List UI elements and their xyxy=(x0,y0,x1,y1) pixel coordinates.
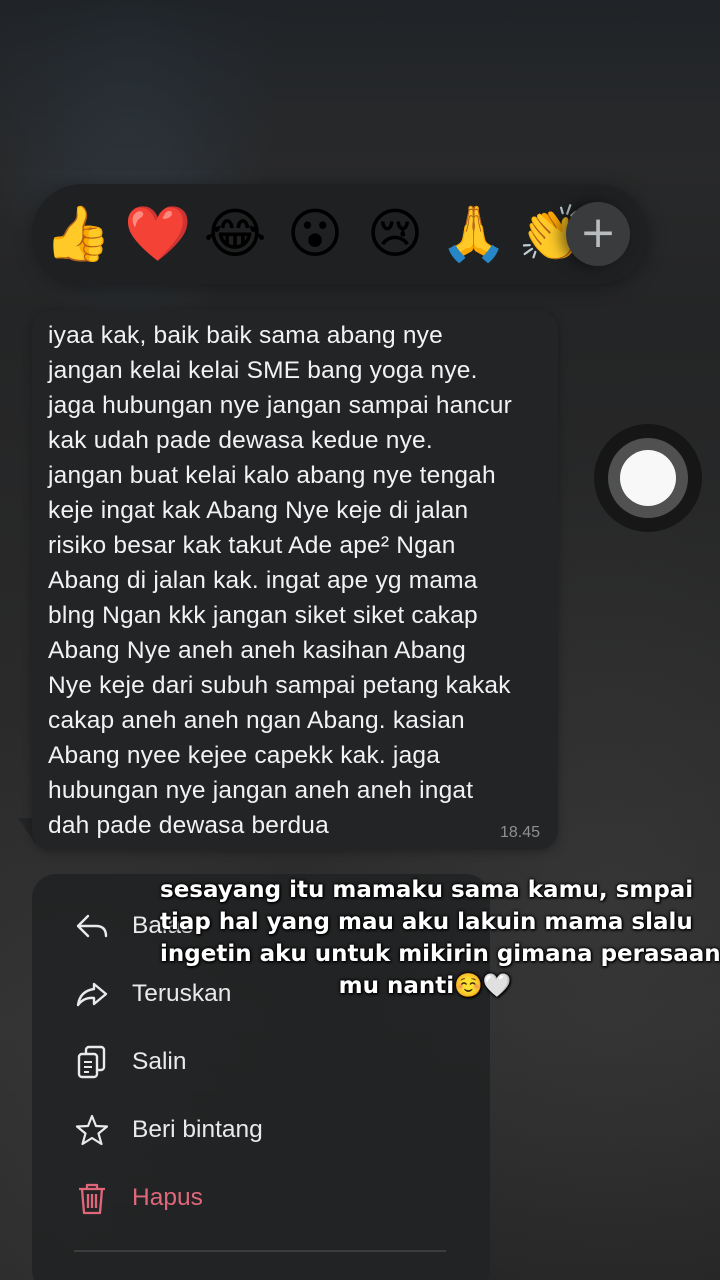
reaction-heart-icon[interactable]: ❤️ xyxy=(124,204,191,264)
reaction-crying-icon[interactable]: 😢 xyxy=(362,204,428,264)
message-line: dah pade dewasa berdua xyxy=(48,812,329,839)
message-line: iyaa kak, baik baik sama abang nye xyxy=(48,322,443,349)
assistive-touch-button[interactable] xyxy=(594,424,702,532)
message-timestamp: 18.45 xyxy=(499,824,540,841)
menu-item-delete[interactable]: Hapus xyxy=(32,1168,490,1228)
overlay-caption: sesayang itu mamaku sama kamu, smpai tia… xyxy=(160,874,720,1002)
caption-line: ingetin aku untuk mikirin gimana perasaa… xyxy=(160,941,720,967)
forward-icon xyxy=(76,982,108,1007)
assistive-touch-ring xyxy=(608,438,688,518)
message-line: Abang di jalan kak. ingat ape yg mama xyxy=(48,567,478,594)
menu-item-star[interactable]: Beri bintang xyxy=(32,1100,490,1160)
message-line: risiko besar kak takut Ade ape² Ngan xyxy=(48,532,456,559)
message-line: hubungan nye jangan aneh aneh ingat xyxy=(48,777,474,804)
menu-item-label: Beri bintang xyxy=(132,1116,263,1143)
blurred-background xyxy=(0,0,720,170)
plus-icon: + xyxy=(579,207,617,258)
menu-divider xyxy=(74,1250,446,1252)
screen: 👍 ❤️ 😂 😮 😢 🙏 👏 + iyaa kak, baik baik sam… xyxy=(0,0,720,1280)
message-bubble[interactable]: iyaa kak, baik baik sama abang nye janga… xyxy=(32,310,558,850)
message-line: Abang nyee kejee capekk kak. jaga xyxy=(48,742,441,769)
caption-line: sesayang itu mamaku sama kamu, smpai xyxy=(160,877,694,903)
message-line: Nye keje dari subuh sampai petang kakak xyxy=(48,672,511,699)
copy-icon xyxy=(77,1045,106,1079)
menu-item-label: Salin xyxy=(132,1048,187,1075)
message-line: jaga hubungan nye jangan sampai hancur xyxy=(48,392,512,419)
more-reactions-button[interactable]: + xyxy=(566,202,630,266)
reaction-bar: 👍 ❤️ 😂 😮 😢 🙏 👏 + xyxy=(32,184,648,284)
message-line: cakap aneh aneh ngan Abang. kasian xyxy=(48,707,465,734)
message-line: jangan buat kelai kalo abang nye tengah xyxy=(48,462,496,489)
message-text: iyaa kak, baik baik sama abang nye janga… xyxy=(48,318,548,843)
caption-line: mu nanti☺️🤍 xyxy=(338,973,512,999)
message-line: keje ingat kak Abang Nye keje di jalan xyxy=(48,497,469,524)
caption-line: tiap hal yang mau aku lakuin mama slalu xyxy=(160,909,693,935)
menu-item-copy[interactable]: Salin xyxy=(32,1032,490,1092)
trash-icon xyxy=(79,1183,105,1215)
star-icon xyxy=(75,1114,109,1146)
reaction-thumbs-up-icon[interactable]: 👍 xyxy=(44,204,111,264)
menu-item-label: Hapus xyxy=(132,1184,203,1211)
reaction-pray-icon[interactable]: 🙏 xyxy=(440,204,507,264)
message-line: Abang Nye aneh aneh kasihan Abang xyxy=(48,637,466,664)
message-line: kak udah pade dewasa kedue nye. xyxy=(48,427,433,454)
message-line: jangan kelai kelai SME bang yoga nye. xyxy=(48,357,478,384)
reaction-surprised-icon[interactable]: 😮 xyxy=(282,204,348,264)
reply-icon xyxy=(76,914,108,938)
reaction-laugh-icon[interactable]: 😂 xyxy=(202,204,268,264)
message-line: blng Ngan kkk jangan siket siket cakap xyxy=(48,602,478,629)
assistive-touch-core xyxy=(620,450,676,506)
